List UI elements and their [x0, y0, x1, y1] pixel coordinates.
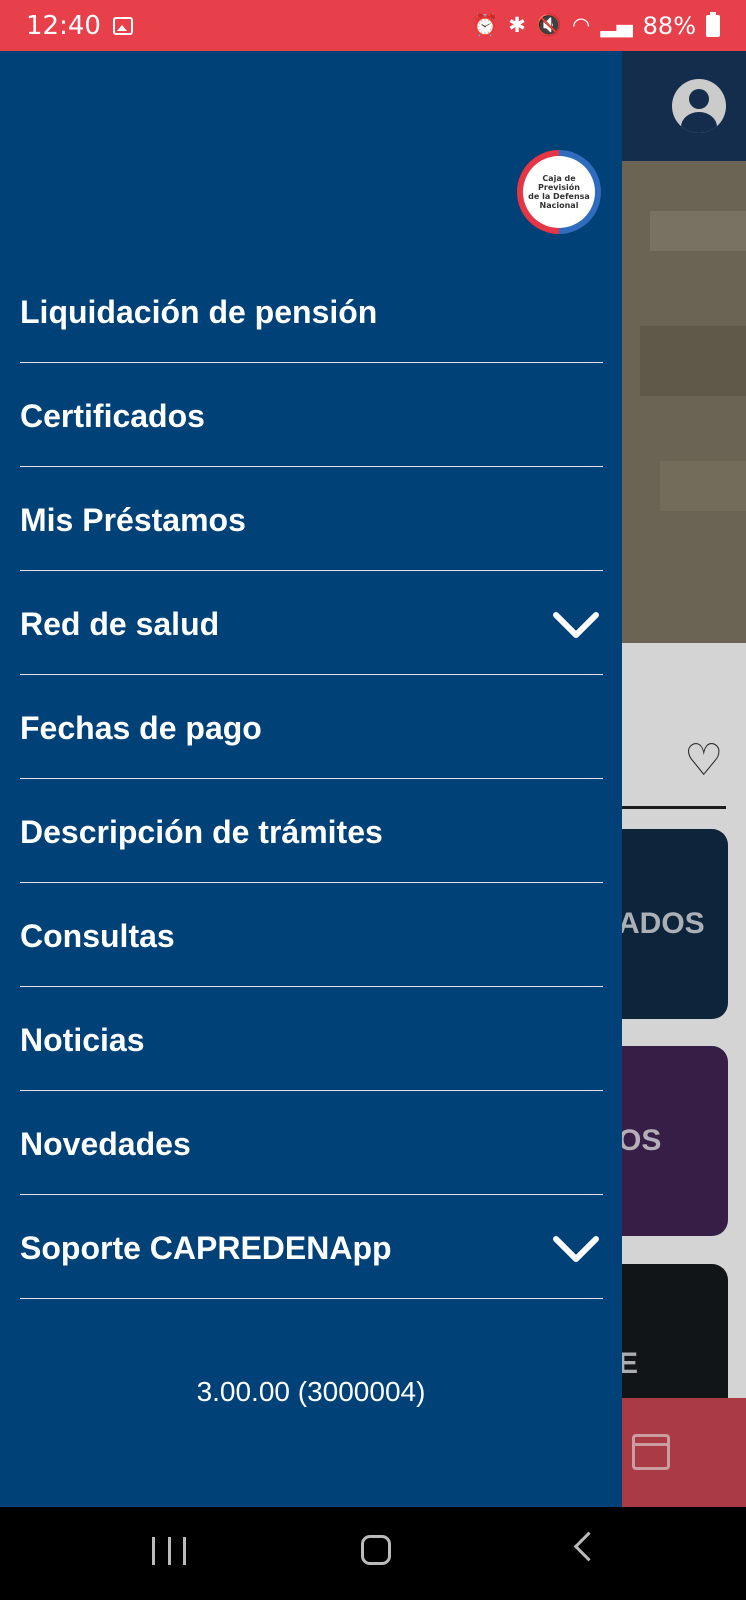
menu-item-label: Red de salud [20, 606, 220, 642]
menu-item-label: Soporte CAPREDENApp [20, 1230, 392, 1266]
menu-item-consultas[interactable]: Consultas [20, 883, 603, 987]
menu-item-soporte[interactable]: Soporte CAPREDENApp [20, 1195, 603, 1299]
menu-item-label: Mis Préstamos [20, 502, 246, 538]
menu-item-novedades[interactable]: Novedades [20, 1091, 603, 1195]
menu-item-label: Noticias [20, 1022, 145, 1058]
menu-item-red-de-salud[interactable]: Red de salud [20, 571, 603, 675]
menu-item-label: Fechas de pago [20, 710, 262, 746]
logo-line: de la Defensa [528, 192, 590, 201]
chevron-down-icon[interactable] [551, 609, 601, 641]
menu-item-label: Novedades [20, 1126, 191, 1162]
app-version: 3.00.00 (3000004) [196, 1376, 426, 1407]
status-time: 12:40 [26, 10, 101, 41]
capredena-logo: Caja de Previsión de la Defensa Nacional [517, 150, 601, 234]
menu-item-noticias[interactable]: Noticias [20, 987, 603, 1091]
system-nav-bar [0, 1507, 746, 1600]
chevron-down-icon[interactable] [551, 1233, 601, 1265]
battery-percent: 88% [642, 11, 696, 40]
logo-line: Previsión [538, 183, 580, 192]
battery-icon [706, 11, 720, 37]
navigation-drawer: Caja de Previsión de la Defensa Nacional… [0, 51, 622, 1507]
logo-text: Caja de Previsión de la Defensa Nacional [523, 156, 595, 228]
menu-item-certificados[interactable]: Certificados [20, 363, 603, 467]
wifi-icon: ◠ [572, 13, 591, 37]
image-icon [112, 16, 133, 35]
menu-item-label: Consultas [20, 918, 175, 954]
drawer-menu: Liquidación de pensión Certificados Mis … [20, 259, 603, 1299]
menu-item-descripcion-tramites[interactable]: Descripción de trámites [20, 779, 603, 883]
menu-item-label: Descripción de trámites [20, 814, 383, 850]
status-bar: 12:40 ⏰ ✱ 🔇 ◠ ▂▄ 88% [0, 0, 746, 51]
back-icon[interactable] [573, 1531, 604, 1562]
alarm-icon: ⏰ [472, 13, 499, 37]
menu-item-label: Liquidación de pensión [20, 294, 378, 330]
recent-apps-icon[interactable] [152, 1537, 186, 1565]
menu-item-liquidacion[interactable]: Liquidación de pensión [20, 259, 603, 363]
logo-line: Caja de [542, 174, 576, 183]
bluetooth-icon: ✱ [508, 13, 526, 37]
logo-line: Nacional [539, 201, 579, 210]
menu-item-prestamos[interactable]: Mis Préstamos [20, 467, 603, 571]
menu-item-fechas-de-pago[interactable]: Fechas de pago [20, 675, 603, 779]
signal-icon: ▂▄ [600, 13, 633, 37]
status-icons: ⏰ ✱ 🔇 ◠ ▂▄ 88% [472, 11, 720, 40]
mute-icon: 🔇 [535, 13, 563, 37]
menu-item-label: Certificados [20, 398, 205, 434]
home-icon[interactable] [361, 1535, 391, 1565]
